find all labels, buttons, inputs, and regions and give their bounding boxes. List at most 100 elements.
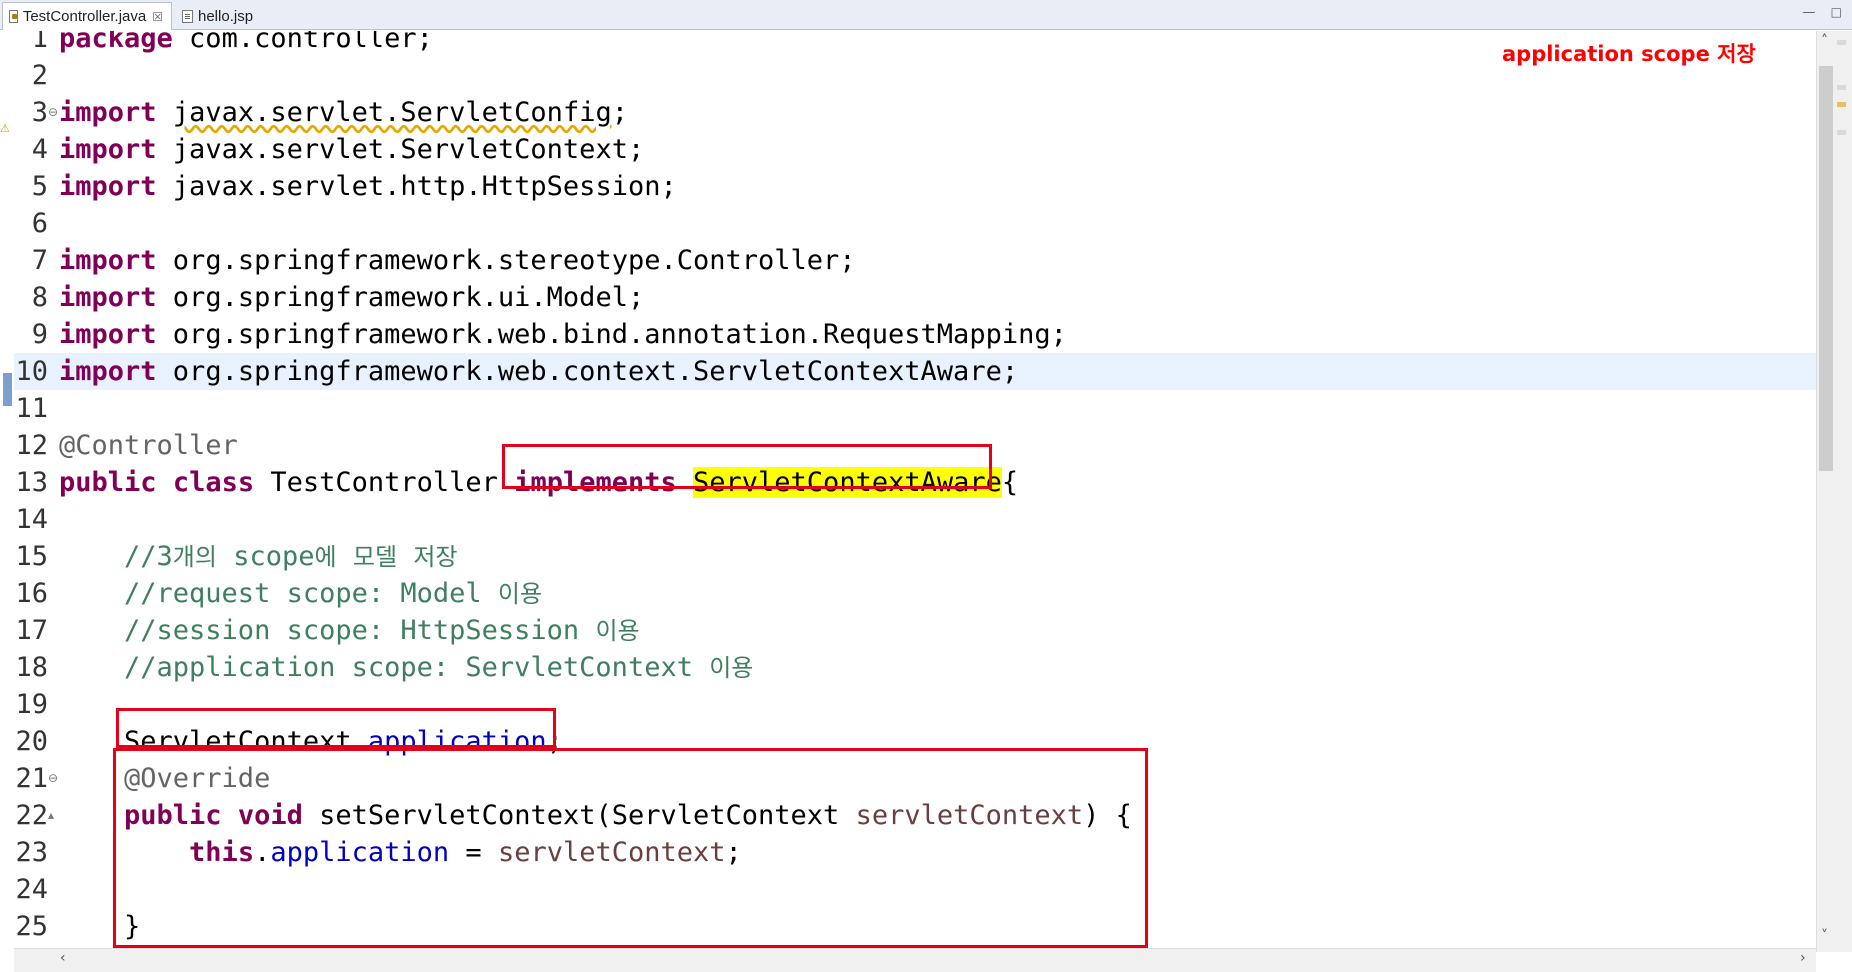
line-number: 6 bbox=[31, 208, 48, 239]
code-token: import bbox=[59, 134, 157, 165]
code-text: //application scope: ServletContext 이용 bbox=[59, 649, 753, 687]
code-token: //session scope: HttpSession 이용 bbox=[59, 615, 640, 646]
code-token: import bbox=[59, 245, 157, 276]
scroll-up-icon[interactable]: ˄ bbox=[1821, 33, 1828, 49]
code-token: import bbox=[59, 171, 157, 202]
code-text: package com.controller; bbox=[59, 31, 433, 57]
code-editor[interactable]: 1 package com.controller; 2 3 ⊖ import javax.… bbox=[0, 31, 1816, 952]
line-number: 10 bbox=[15, 356, 48, 387]
fold-toggle-icon[interactable]: ⊖ bbox=[48, 94, 58, 131]
maximize-icon[interactable]: □ bbox=[1831, 5, 1842, 19]
code-token: import bbox=[59, 356, 157, 387]
horizontal-scrollbar[interactable] bbox=[14, 948, 1816, 972]
line-number: 18 bbox=[15, 652, 48, 683]
line-number: 12 bbox=[15, 430, 48, 461]
line-number: 23 bbox=[15, 837, 48, 868]
code-token: import bbox=[59, 282, 157, 313]
code-token: @Controller bbox=[59, 430, 238, 461]
line-number: 24 bbox=[15, 874, 48, 905]
fold-toggle-icon[interactable]: ⊖ bbox=[48, 760, 58, 797]
fold-toggle-icon[interactable]: ▴ bbox=[48, 797, 54, 834]
code-text: import org.springframework.web.context.S… bbox=[59, 353, 1018, 390]
code-line[interactable]: 3 ⊖ import javax.servlet.ServletConfig; bbox=[14, 94, 1816, 131]
line-number: 16 bbox=[15, 578, 48, 609]
code-token: //request scope: Model 이용 bbox=[59, 578, 543, 609]
code-line[interactable]: 5 import javax.servlet.http.HttpSession; bbox=[14, 168, 1816, 205]
tab-testcontroller-java[interactable]: TestController.java ☒ bbox=[2, 2, 172, 30]
code-text: //request scope: Model 이용 bbox=[59, 575, 542, 613]
highlight-box-implements bbox=[502, 444, 992, 489]
code-token: com.controller; bbox=[172, 31, 433, 54]
code-text: import org.springframework.ui.Model; bbox=[59, 279, 644, 316]
warning-icon[interactable]: ⚠ bbox=[0, 122, 13, 135]
code-text: import org.springframework.stereotype.Co… bbox=[59, 242, 856, 279]
code-line[interactable]: 14 bbox=[14, 501, 1816, 538]
line-number: 22 bbox=[15, 800, 48, 831]
code-token: javax.servlet.ServletConfig bbox=[172, 97, 612, 128]
code-line[interactable]: 10 import org.springframework.web.context… bbox=[14, 353, 1816, 390]
code-line[interactable]: 7 import org.springframework.stereotype.C… bbox=[14, 242, 1816, 279]
code-line[interactable]: 4 import javax.servlet.ServletContext; bbox=[14, 131, 1816, 168]
scroll-down-icon[interactable]: ˅ bbox=[1821, 928, 1828, 944]
java-file-icon bbox=[9, 10, 18, 23]
line-number: 14 bbox=[15, 504, 48, 535]
line-number: 9 bbox=[31, 319, 48, 350]
scroll-left-icon[interactable]: ‹ bbox=[60, 950, 66, 966]
line-number: 21 bbox=[15, 763, 48, 794]
overview-mark[interactable] bbox=[1837, 40, 1846, 45]
code-text: //session scope: HttpSession 이용 bbox=[59, 612, 640, 650]
minimize-icon[interactable]: ― bbox=[1803, 5, 1815, 19]
line-number: 2 bbox=[31, 60, 48, 91]
code-token: javax.servlet.ServletContext; bbox=[156, 134, 645, 165]
vertical-scroll-thumb[interactable] bbox=[1819, 66, 1833, 471]
code-token: org.springframework.web.bind.annotation.… bbox=[156, 319, 1067, 350]
code-token: package bbox=[59, 31, 173, 54]
code-token: public bbox=[59, 467, 157, 498]
tab-hello-jsp[interactable]: hello.jsp bbox=[176, 2, 276, 30]
line-number: 4 bbox=[31, 134, 48, 165]
line-number: 20 bbox=[15, 726, 48, 757]
code-text: import javax.servlet.ServletConfig; bbox=[59, 94, 628, 131]
code-token: TestController bbox=[254, 467, 515, 498]
line-number: 17 bbox=[15, 615, 48, 646]
code-line[interactable]: 15 //3개의 scope에 모델 저장 bbox=[14, 538, 1816, 575]
line-number: 15 bbox=[15, 541, 48, 572]
code-token: //3개의 scope에 모델 저장 bbox=[59, 541, 458, 572]
close-tab-icon[interactable]: ☒ bbox=[152, 10, 163, 24]
overview-warning-mark[interactable] bbox=[1837, 102, 1846, 107]
code-token: class bbox=[172, 467, 255, 498]
window-controls: ― □ bbox=[1791, 5, 1842, 19]
code-token: javax.servlet.http.HttpSession; bbox=[156, 171, 677, 202]
code-token: //application scope: ServletContext 이용 bbox=[59, 652, 754, 683]
scroll-right-icon[interactable]: › bbox=[1800, 950, 1806, 966]
line-number: 25 bbox=[15, 911, 48, 942]
code-line[interactable]: 6 bbox=[14, 205, 1816, 242]
code-line[interactable]: 18 //application scope: ServletContext 이… bbox=[14, 649, 1816, 686]
overview-mark[interactable] bbox=[1837, 85, 1846, 90]
code-token: import bbox=[59, 97, 157, 128]
overview-mark[interactable] bbox=[1837, 130, 1846, 135]
line-number: 3 bbox=[31, 97, 48, 128]
code-line[interactable]: 17 //session scope: HttpSession 이용 bbox=[14, 612, 1816, 649]
code-token: org.springframework.stereotype.Controlle… bbox=[156, 245, 856, 276]
code-token: import bbox=[59, 319, 157, 350]
tab-label: TestController.java bbox=[22, 8, 147, 25]
highlight-box-field bbox=[116, 708, 556, 748]
code-line[interactable]: 11 bbox=[14, 390, 1816, 427]
editor-tab-bar: TestController.java ☒ hello.jsp ― □ bbox=[0, 0, 1852, 30]
tab-label: hello.jsp bbox=[198, 7, 254, 25]
line-number: 13 bbox=[15, 467, 48, 498]
code-text: import org.springframework.web.bind.anno… bbox=[59, 316, 1067, 353]
code-line[interactable]: 16 //request scope: Model 이용 bbox=[14, 575, 1816, 612]
code-line[interactable]: 8 import org.springframework.ui.Model; bbox=[14, 279, 1816, 316]
highlight-box-method bbox=[113, 748, 1148, 948]
code-line[interactable]: 9 import org.springframework.web.bind.ann… bbox=[14, 316, 1816, 353]
code-token: org.springframework.ui.Model; bbox=[156, 282, 645, 313]
annotation-ruler bbox=[0, 31, 14, 952]
line-number: 5 bbox=[31, 171, 48, 202]
jsp-file-icon bbox=[182, 9, 193, 23]
line-number: 8 bbox=[31, 282, 48, 313]
code-token: { bbox=[1001, 467, 1019, 498]
code-token: org.springframework.web.context.ServletC… bbox=[156, 356, 1019, 387]
